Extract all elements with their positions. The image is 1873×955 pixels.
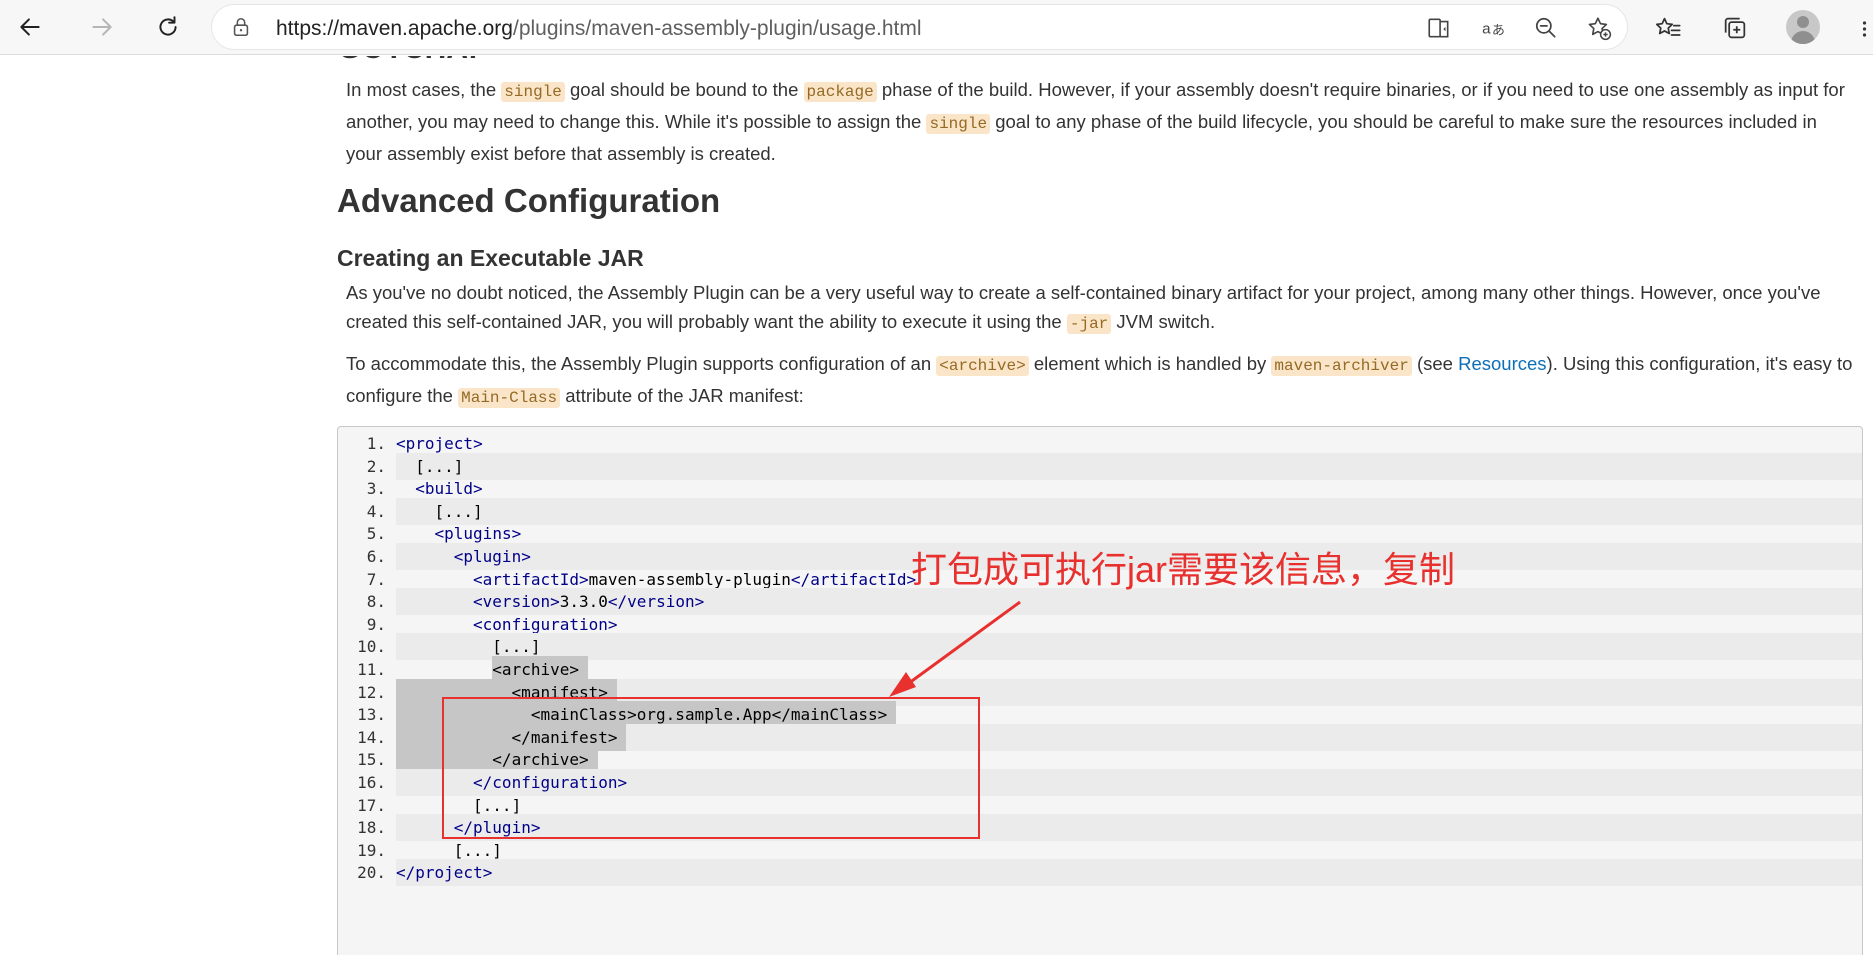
archive-paragraph: To accommodate this, the Assembly Plugin… [346,349,1858,413]
forward-button[interactable] [84,9,120,45]
inline-code: maven-archiver [1271,356,1412,376]
gotcha-heading: GOTCHA! [338,56,478,66]
code-line: 20. </project> [338,859,1862,887]
url-text[interactable]: https://maven.apache.org/plugins/maven-a… [276,17,922,41]
svg-text:あ: あ [1492,24,1505,39]
xml-tag: <build> [415,479,483,499]
resources-link[interactable]: Resources [1458,353,1546,374]
add-favorite-button[interactable] [1585,14,1613,42]
xml-tag: </artifactId> [790,569,917,589]
xml-tag: <configuration> [473,614,618,634]
xml-tag: <version> [473,592,560,612]
code-token: maven-assembly-plugin [588,569,791,589]
text-run: element which is handled by [1028,353,1272,374]
inline-code: -jar [1066,314,1112,334]
inline-code: Main-Class [458,388,561,408]
read-aloud-icon [1428,18,1449,38]
xml-tag: </project> [396,863,493,883]
xml-tag: <artifactId> [473,569,589,589]
xml-tag: <project> [396,434,483,453]
url-path: /plugins/maven-assembly-plugin/usage.htm… [512,17,922,40]
gotcha-paragraph: In most cases, the single goal should be… [346,75,1858,168]
back-arrow-icon [20,18,40,36]
code-token: <archive> [492,660,579,679]
text-run: In most cases, the [346,79,502,100]
annotation-text: 打包成可执行jar需要该信息，复制 [911,549,1456,590]
advanced-configuration-heading: Advanced Configuration [337,182,721,219]
inline-code: package [803,82,877,102]
more-icon[interactable] [1860,20,1873,38]
zoom-out-icon [1535,17,1556,38]
refresh-icon [159,16,177,36]
zoom-out-button[interactable] [1532,14,1560,42]
inline-code: single [926,114,991,134]
text-run: (see [1411,353,1459,374]
inline-code: <archive> [936,356,1029,376]
browser-toolbar: https://maven.apache.org/plugins/maven-a… [0,0,1873,55]
collections-button[interactable] [1719,12,1751,44]
code-token: [...] [434,501,483,521]
refresh-button[interactable] [150,9,186,45]
lock-icon[interactable] [230,16,252,38]
code-token: [...] [415,456,464,476]
collections-icon [1724,17,1746,39]
back-button[interactable] [12,9,48,45]
translate-button[interactable]: aあ [1480,14,1508,42]
forward-arrow-icon [92,18,112,36]
translate-icon: aあ [1482,20,1505,39]
read-aloud-button[interactable] [1425,14,1453,42]
executable-jar-heading: Creating an Executable JAR [337,245,644,271]
code-text[interactable]: </project> [396,859,492,886]
line-number: 20. [357,863,386,883]
favorites-button[interactable] [1652,12,1684,44]
text-run: attribute of the JAR manifest: [560,385,804,406]
annotation-highlight-box [442,697,980,839]
text-run: goal should be bound to the [564,79,804,100]
text-run: JVM switch. [1111,311,1216,332]
svg-text:a: a [1482,20,1491,37]
profile-avatar[interactable] [1786,10,1820,44]
favorites-icon [1655,17,1681,36]
inline-code: single [501,82,565,102]
code-token: 3.3.0 [559,592,608,612]
address-bar[interactable]: https://maven.apache.org/plugins/maven-a… [212,5,1627,49]
intro-paragraph: As you've no doubt noticed, the Assembly… [346,278,1858,339]
code-token: [...] [492,637,541,657]
xml-tag: <plugin> [453,547,531,566]
xml-tag: <plugins> [434,524,522,544]
add-favorite-icon [1588,17,1612,41]
text-run: To accommodate this, the Assembly Plugin… [346,353,937,374]
url-host: https://maven.apache.org [276,17,513,40]
code-token: [...] [453,840,502,860]
xml-tag: </version> [607,592,705,612]
code-block[interactable]: 1. <project> 2. [...] 3. <build> 4. [...] 5. <plu… [337,426,1863,955]
